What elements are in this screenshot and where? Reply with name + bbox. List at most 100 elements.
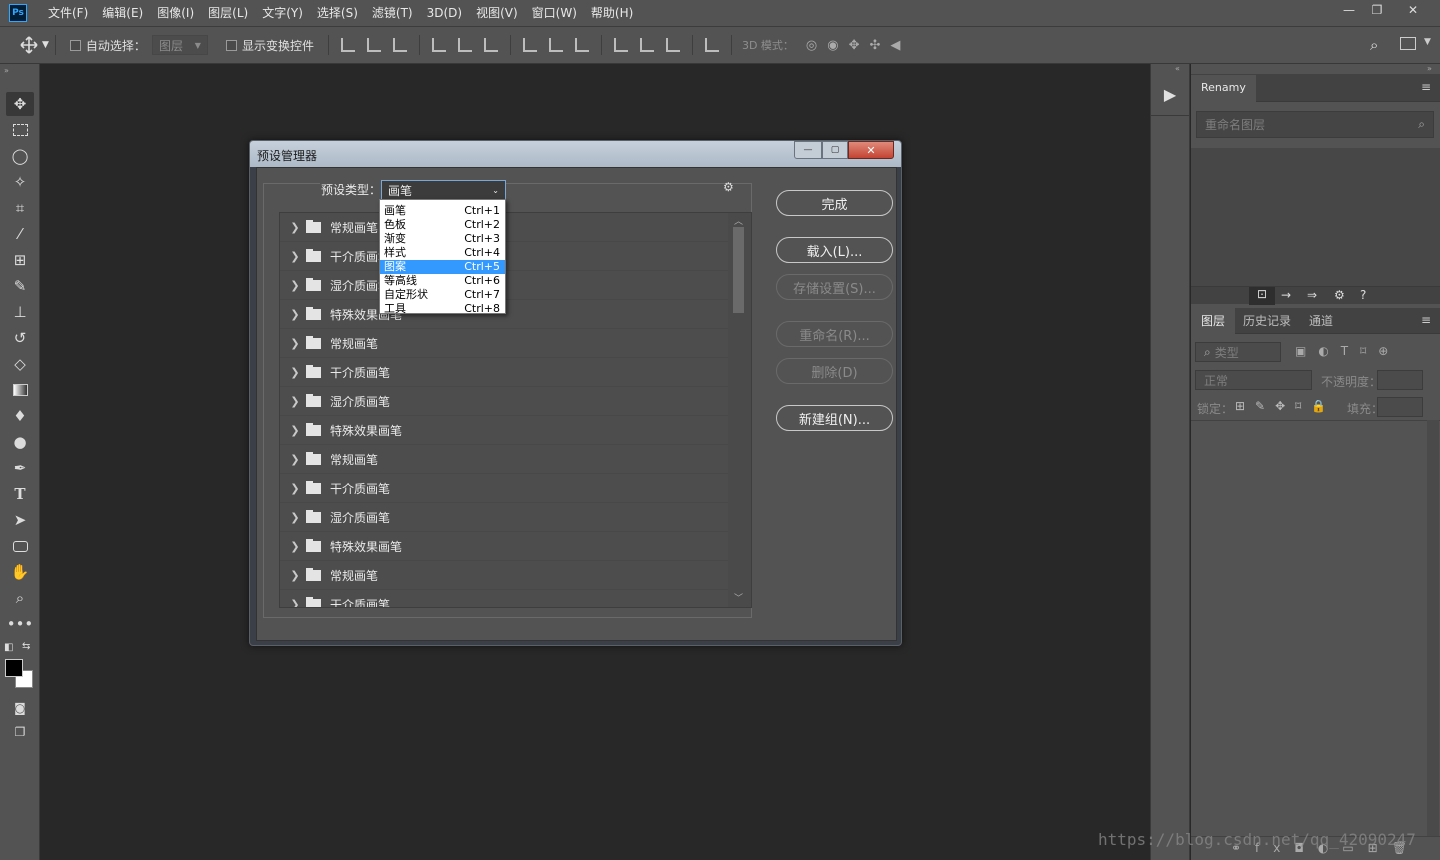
- marquee-tool-icon[interactable]: [6, 118, 34, 142]
- chevron-right-icon[interactable]: ❯: [286, 569, 304, 582]
- auto-align-icon[interactable]: [704, 38, 719, 52]
- help-icon[interactable]: ?: [1360, 288, 1366, 302]
- dialog-close-button[interactable]: ✕: [848, 141, 894, 159]
- menu-3d[interactable]: 3D(D): [420, 0, 469, 26]
- preset-list[interactable]: ❯ 常规画笔 ❯ 干介质画笔 ❯ 湿介质画笔 ❯ 特殊效果画笔 ❯ 常规画笔 ❯ 干介质画笔 ❯ 湿介质画…: [279, 212, 752, 608]
- more-tools-icon[interactable]: •••: [6, 612, 34, 636]
- layers-scrollbar[interactable]: [1427, 420, 1439, 840]
- collapse-icon[interactable]: »: [4, 66, 9, 75]
- align-top-icon[interactable]: [340, 38, 355, 52]
- chevron-right-icon[interactable]: ❯: [286, 540, 304, 553]
- panel-menu-icon[interactable]: ≡: [1421, 80, 1431, 94]
- popup-option[interactable]: 等高线 Ctrl+6: [380, 274, 505, 288]
- list-item[interactable]: ❯ 湿介质画笔: [280, 503, 728, 532]
- popup-option[interactable]: 自定形状 Ctrl+7: [380, 288, 505, 302]
- eyedropper-tool-icon[interactable]: ⁄: [6, 222, 34, 246]
- quick-mask-icon[interactable]: ◙: [6, 696, 34, 720]
- close-button[interactable]: ✕: [1398, 0, 1428, 20]
- restore-button[interactable]: ❐: [1362, 0, 1392, 20]
- list-item[interactable]: ❯ 湿介质画笔: [280, 387, 728, 416]
- swap-colors-icon[interactable]: ⇆: [22, 641, 30, 652]
- brush-tool-icon[interactable]: ✎: [6, 274, 34, 298]
- popup-option[interactable]: 色板 Ctrl+2: [380, 218, 505, 232]
- chevron-right-icon[interactable]: ❯: [286, 598, 304, 608]
- chevron-right-icon[interactable]: ❯: [286, 395, 304, 408]
- preset-type-dropdown[interactable]: 画笔 ⌄: [381, 180, 506, 200]
- menu-window[interactable]: 窗口(W): [525, 0, 584, 26]
- blur-tool-icon[interactable]: ♦: [6, 404, 34, 428]
- chevron-right-icon[interactable]: ❯: [286, 250, 304, 263]
- menu-view[interactable]: 视图(V): [469, 0, 525, 26]
- search-icon[interactable]: ⌕: [1418, 117, 1425, 132]
- menu-help[interactable]: 帮助(H): [584, 0, 640, 26]
- align-hcenter-icon[interactable]: [457, 38, 472, 52]
- popup-option[interactable]: 样式 Ctrl+4: [380, 246, 505, 260]
- chevron-right-icon[interactable]: ❯: [286, 511, 304, 524]
- scroll-down-icon[interactable]: ﹀: [734, 591, 743, 604]
- menu-layer[interactable]: 图层(L): [201, 0, 255, 26]
- menu-edit[interactable]: 编辑(E): [95, 0, 150, 26]
- fill-input[interactable]: [1377, 397, 1423, 417]
- lasso-tool-icon[interactable]: ◯: [6, 144, 34, 168]
- chevron-right-icon[interactable]: ❯: [286, 221, 304, 234]
- save-settings-button[interactable]: 存储设置(S)...: [776, 274, 893, 300]
- list-item[interactable]: ❯ 干介质画笔: [280, 590, 728, 608]
- popup-option[interactable]: 图案 Ctrl+5: [380, 260, 505, 274]
- stamp-tool-icon[interactable]: ⊥: [6, 300, 34, 324]
- menu-file[interactable]: 文件(F): [41, 0, 95, 26]
- default-colors-icon[interactable]: ◧: [4, 642, 13, 653]
- distribute-hcenter-icon[interactable]: [639, 38, 654, 52]
- delete-button[interactable]: 删除(D): [776, 358, 893, 384]
- popup-option[interactable]: 画笔 Ctrl+1: [380, 204, 505, 218]
- align-bottom-icon[interactable]: [392, 38, 407, 52]
- panel-menu-icon[interactable]: ≡: [1421, 313, 1431, 327]
- 3d-mode-icons[interactable]: ◎◉✥✣◀: [806, 38, 910, 53]
- menu-type[interactable]: 文字(Y): [255, 0, 310, 26]
- search-icon[interactable]: ⌕: [1370, 36, 1378, 54]
- gear-menu-icon[interactable]: ⚙: [723, 180, 734, 194]
- list-item[interactable]: ❯ 特殊效果画笔: [280, 532, 728, 561]
- hand-tool-icon[interactable]: ✋: [6, 560, 34, 584]
- lock-icons[interactable]: ⊞✎✥⌑🔒: [1235, 399, 1336, 413]
- chevron-right-icon[interactable]: ❯: [286, 337, 304, 350]
- workspace-icon[interactable]: [1400, 37, 1416, 50]
- menu-image[interactable]: 图像(I): [150, 0, 201, 26]
- pen-tool-icon[interactable]: ✒: [6, 456, 34, 480]
- history-brush-tool-icon[interactable]: ↺: [6, 326, 34, 350]
- dialog-maximize-button[interactable]: ▢: [822, 141, 848, 159]
- show-transform-checkbox[interactable]: 显示变换控件: [225, 37, 314, 54]
- list-item[interactable]: ❯ 常规画笔: [280, 445, 728, 474]
- move-tool-icon[interactable]: ✥: [6, 92, 34, 116]
- foreground-color-swatch[interactable]: [5, 659, 23, 677]
- menu-select[interactable]: 选择(S): [310, 0, 365, 26]
- magic-wand-tool-icon[interactable]: ✧: [6, 170, 34, 194]
- scroll-up-icon[interactable]: ︿: [734, 214, 743, 227]
- blend-mode-dropdown[interactable]: 正常: [1195, 370, 1312, 390]
- gradient-tool-icon[interactable]: [6, 378, 34, 402]
- layer-filter-icons[interactable]: ▣◐T⌑⊕: [1295, 344, 1400, 358]
- chevron-right-icon[interactable]: ❯: [286, 279, 304, 292]
- tab-history[interactable]: 历史记录: [1233, 308, 1301, 334]
- distribute-top-icon[interactable]: [522, 38, 537, 52]
- list-item[interactable]: ❯ 常规画笔: [280, 329, 728, 358]
- path-selection-tool-icon[interactable]: ➤: [6, 508, 34, 532]
- tab-layers[interactable]: 图层: [1191, 308, 1236, 334]
- properties-icon[interactable]: ⊡: [1249, 287, 1275, 305]
- rename-layer-input[interactable]: 重命名图层 ⌕: [1196, 111, 1434, 138]
- collapse-icon[interactable]: »: [1427, 64, 1432, 73]
- minimize-button[interactable]: —: [1334, 0, 1364, 20]
- preset-list-scrollbar[interactable]: ︿ ﹀: [729, 213, 749, 607]
- list-item[interactable]: ❯ 干介质画笔: [280, 474, 728, 503]
- done-button[interactable]: 完成: [776, 190, 893, 216]
- rectangle-tool-icon[interactable]: [6, 534, 34, 558]
- opacity-input[interactable]: [1377, 370, 1423, 390]
- distribute-left-icon[interactable]: [613, 38, 628, 52]
- renamy-tab[interactable]: Renamy: [1191, 75, 1256, 102]
- auto-select-dropdown[interactable]: 图层 ▼: [151, 35, 208, 55]
- move-tool-preset[interactable]: ▼: [20, 36, 49, 54]
- rename-button[interactable]: 重命名(R)...: [776, 321, 893, 347]
- chevron-right-icon[interactable]: ❯: [286, 482, 304, 495]
- type-tool-icon[interactable]: T: [6, 482, 34, 506]
- dodge-tool-icon[interactable]: ●: [6, 430, 34, 454]
- zoom-tool-icon[interactable]: ⌕: [6, 586, 34, 610]
